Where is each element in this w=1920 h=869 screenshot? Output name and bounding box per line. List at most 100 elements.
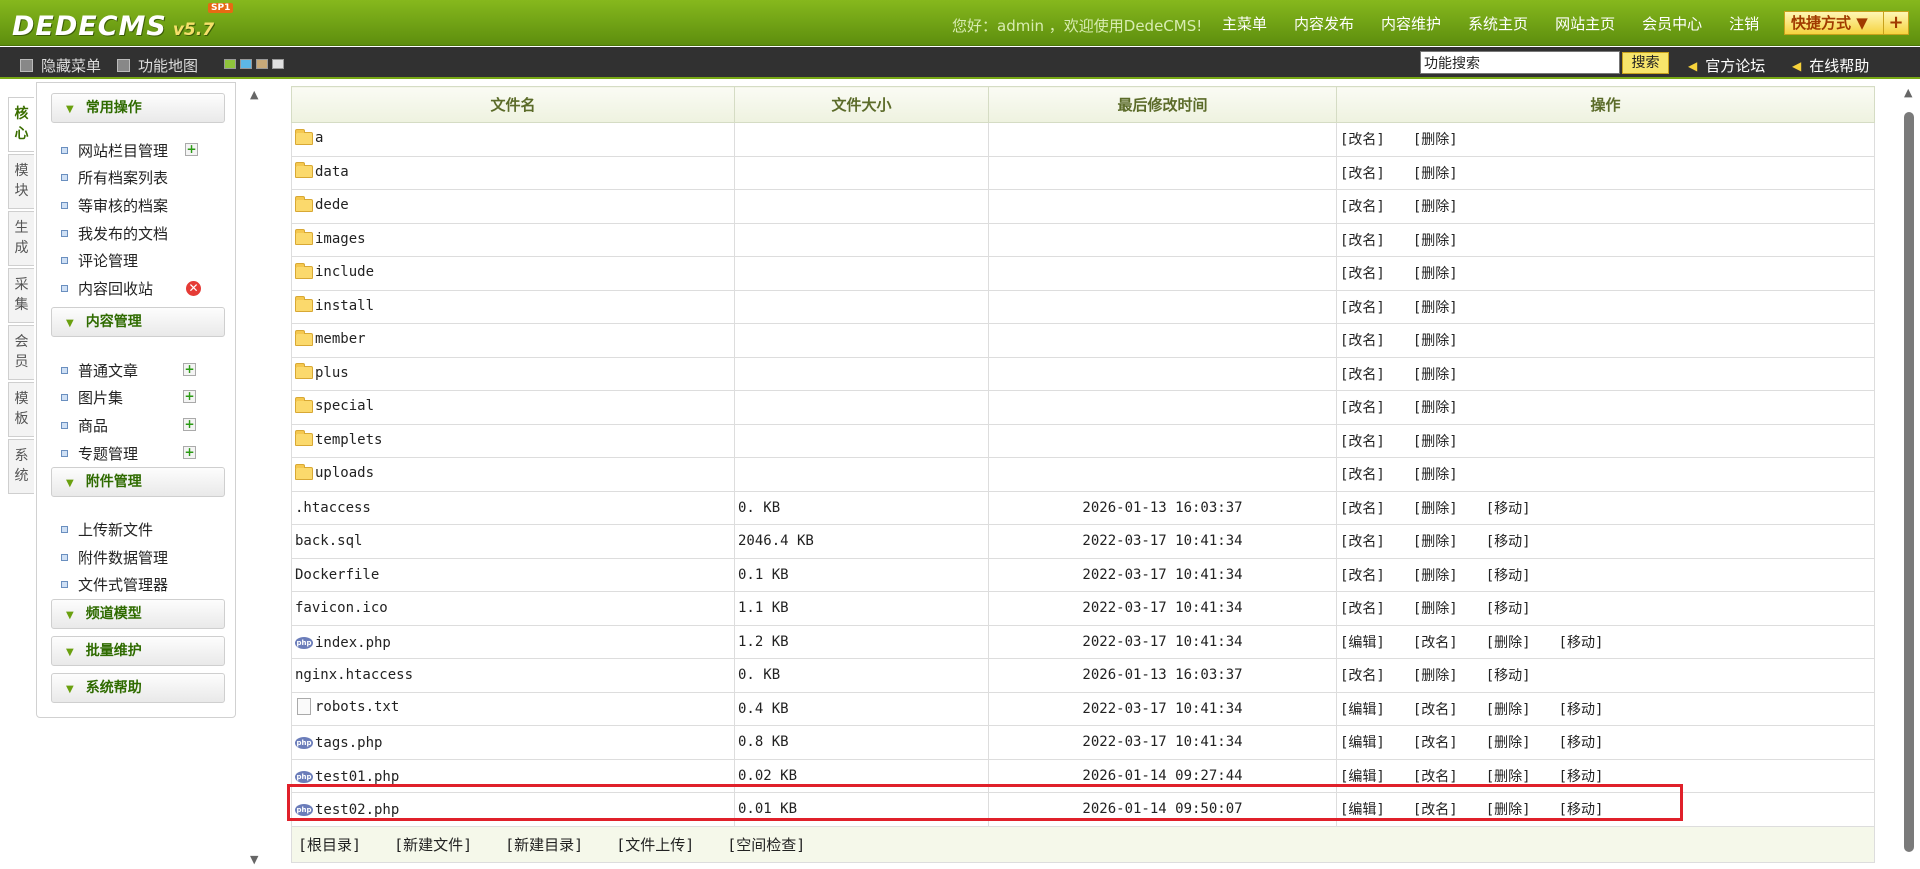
menu-group-header[interactable]: ▼ 频道模型 xyxy=(51,599,225,629)
file-action-link[interactable]: [删除] xyxy=(1413,132,1458,148)
module-tab[interactable]: 核心 xyxy=(8,97,34,152)
nav-item[interactable]: 注销 xyxy=(1729,13,1759,34)
file-link[interactable]: a xyxy=(295,128,323,146)
file-action-link[interactable]: [移动] xyxy=(1486,668,1531,684)
file-link[interactable]: Dockerfile xyxy=(295,567,379,583)
menu-scroll-up-icon[interactable]: ▲ xyxy=(250,88,258,101)
footer-link[interactable]: [新建目录] xyxy=(505,836,583,854)
menu-item[interactable]: 图片集 xyxy=(61,386,123,408)
function-search-input[interactable] xyxy=(1420,51,1620,74)
file-action-link[interactable]: [改名] xyxy=(1340,568,1385,584)
menu-group-header[interactable]: ▼ 常用操作 xyxy=(51,93,225,123)
file-link[interactable]: templets xyxy=(295,430,382,448)
module-tab[interactable]: 生成 xyxy=(8,211,34,266)
add-icon[interactable]: + xyxy=(183,418,196,431)
file-action-link[interactable]: [编辑] xyxy=(1340,702,1385,718)
add-icon[interactable]: + xyxy=(183,390,196,403)
file-action-link[interactable]: [删除] xyxy=(1413,501,1458,517)
file-action-link[interactable]: [删除] xyxy=(1413,467,1458,483)
footer-link[interactable]: [根目录] xyxy=(298,836,361,854)
file-action-link[interactable]: [改名] xyxy=(1340,367,1385,383)
file-link[interactable]: dede xyxy=(295,195,349,213)
file-action-link[interactable]: [编辑] xyxy=(1340,769,1385,785)
file-action-link[interactable]: [改名] xyxy=(1340,400,1385,416)
footer-link[interactable]: [文件上传] xyxy=(616,836,694,854)
file-link[interactable]: nginx.htaccess xyxy=(295,667,413,683)
skin-swatch[interactable] xyxy=(256,59,268,69)
file-action-link[interactable]: [删除] xyxy=(1413,333,1458,349)
hide-menu-link[interactable]: 隐藏菜单 xyxy=(20,55,101,76)
file-action-link[interactable]: [移动] xyxy=(1559,635,1604,651)
file-action-link[interactable]: [移动] xyxy=(1486,568,1531,584)
menu-item[interactable]: 网站栏目管理 xyxy=(61,139,168,161)
official-forum-link[interactable]: ◀ 官方论坛 xyxy=(1688,55,1765,76)
file-action-link[interactable]: [改名] xyxy=(1340,668,1385,684)
module-tab[interactable]: 采集 xyxy=(8,268,34,323)
nav-item[interactable]: 主菜单 xyxy=(1222,13,1267,34)
menu-item[interactable]: 评论管理 xyxy=(61,249,138,271)
file-action-link[interactable]: [改名] xyxy=(1340,333,1385,349)
file-action-link[interactable]: [删除] xyxy=(1413,233,1458,249)
clear-recycle-icon[interactable]: ✕ xyxy=(186,281,201,296)
file-link[interactable]: plus xyxy=(295,363,349,381)
file-link[interactable]: robots.txt xyxy=(295,698,399,716)
file-action-link[interactable]: [改名] xyxy=(1340,300,1385,316)
menu-group-header[interactable]: ▼ 内容管理 xyxy=(51,307,225,337)
file-action-link[interactable]: [删除] xyxy=(1486,702,1531,718)
quick-menu-button[interactable]: 快捷方式 ▼ xyxy=(1784,11,1885,35)
module-tab[interactable]: 模块 xyxy=(8,154,34,209)
module-tab[interactable]: 模板 xyxy=(8,382,34,437)
file-action-link[interactable]: [改名] xyxy=(1340,166,1385,182)
menu-group-header[interactable]: ▼ 批量维护 xyxy=(51,636,225,666)
file-action-link[interactable]: [删除] xyxy=(1413,166,1458,182)
file-action-link[interactable]: [改名] xyxy=(1340,534,1385,550)
file-action-link[interactable]: [移动] xyxy=(1486,534,1531,550)
file-action-link[interactable]: [移动] xyxy=(1559,769,1604,785)
file-action-link[interactable]: [改名] xyxy=(1340,467,1385,483)
file-action-link[interactable]: [删除] xyxy=(1413,568,1458,584)
file-link[interactable]: php tags.php xyxy=(295,735,382,751)
menu-item[interactable]: 上传新文件 xyxy=(61,518,153,540)
file-action-link[interactable]: [改名] xyxy=(1340,266,1385,282)
skin-swatch[interactable] xyxy=(240,59,252,69)
file-action-link[interactable]: [删除] xyxy=(1413,367,1458,383)
online-help-link[interactable]: ◀ 在线帮助 xyxy=(1792,55,1869,76)
module-tab[interactable]: 系统 xyxy=(8,439,34,494)
file-action-link[interactable]: [改名] xyxy=(1340,601,1385,617)
file-action-link[interactable]: [改名] xyxy=(1340,434,1385,450)
file-action-link[interactable]: [删除] xyxy=(1413,300,1458,316)
menu-item[interactable]: 所有档案列表 xyxy=(61,166,168,188)
file-action-link[interactable]: [删除] xyxy=(1486,769,1531,785)
file-link[interactable]: php index.php xyxy=(295,635,391,651)
function-map-link[interactable]: 功能地图 xyxy=(117,55,198,76)
nav-item[interactable]: 系统主页 xyxy=(1468,13,1528,34)
nav-item[interactable]: 网站主页 xyxy=(1555,13,1615,34)
file-link[interactable]: back.sql xyxy=(295,533,362,549)
file-action-link[interactable]: [移动] xyxy=(1486,601,1531,617)
file-action-link[interactable]: [改名] xyxy=(1413,769,1458,785)
menu-item[interactable]: 商品 xyxy=(61,414,108,436)
file-action-link[interactable]: [删除] xyxy=(1486,735,1531,751)
file-link[interactable]: member xyxy=(295,329,366,347)
menu-item[interactable]: 附件数据管理 xyxy=(61,546,168,568)
menu-item[interactable]: 等审核的档案 xyxy=(61,194,168,216)
file-action-link[interactable]: [移动] xyxy=(1559,702,1604,718)
file-action-link[interactable]: [改名] xyxy=(1340,233,1385,249)
file-action-link[interactable]: [改名] xyxy=(1340,132,1385,148)
quick-add-button[interactable]: + xyxy=(1883,11,1909,35)
file-action-link[interactable]: [改名] xyxy=(1413,635,1458,651)
menu-group-header[interactable]: ▼ 系统帮助 xyxy=(51,673,225,703)
menu-item[interactable]: 我发布的文档 xyxy=(61,222,168,244)
menu-item[interactable]: 专题管理 xyxy=(61,442,138,464)
file-action-link[interactable]: [移动] xyxy=(1559,735,1604,751)
file-link[interactable]: special xyxy=(295,396,374,414)
nav-item[interactable]: 会员中心 xyxy=(1642,13,1702,34)
module-tab[interactable]: 会员 xyxy=(8,325,34,380)
file-action-link[interactable]: [删除] xyxy=(1413,400,1458,416)
page-scrollbar[interactable]: ▲ xyxy=(1902,86,1916,866)
file-action-link[interactable]: [删除] xyxy=(1413,199,1458,215)
file-action-link[interactable]: [删除] xyxy=(1413,668,1458,684)
add-icon[interactable]: + xyxy=(183,446,196,459)
file-link[interactable]: data xyxy=(295,162,349,180)
footer-link[interactable]: [空间检查] xyxy=(727,836,805,854)
